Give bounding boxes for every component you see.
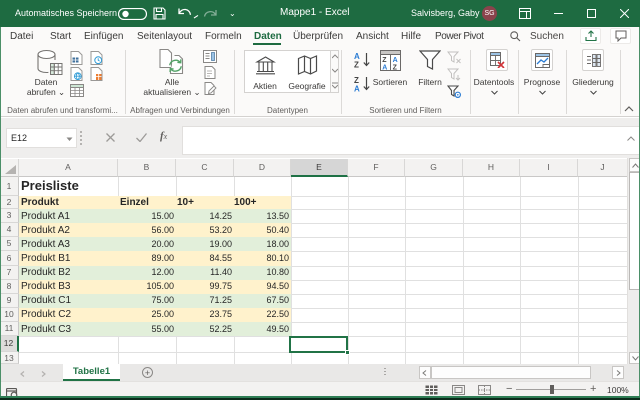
svg-text:Z: Z (382, 57, 387, 64)
svg-text:Z: Z (354, 61, 359, 69)
svg-text:Z: Z (393, 65, 398, 72)
svg-text:A: A (393, 57, 398, 64)
svg-text:A: A (354, 85, 360, 93)
svg-text:A: A (382, 65, 387, 72)
